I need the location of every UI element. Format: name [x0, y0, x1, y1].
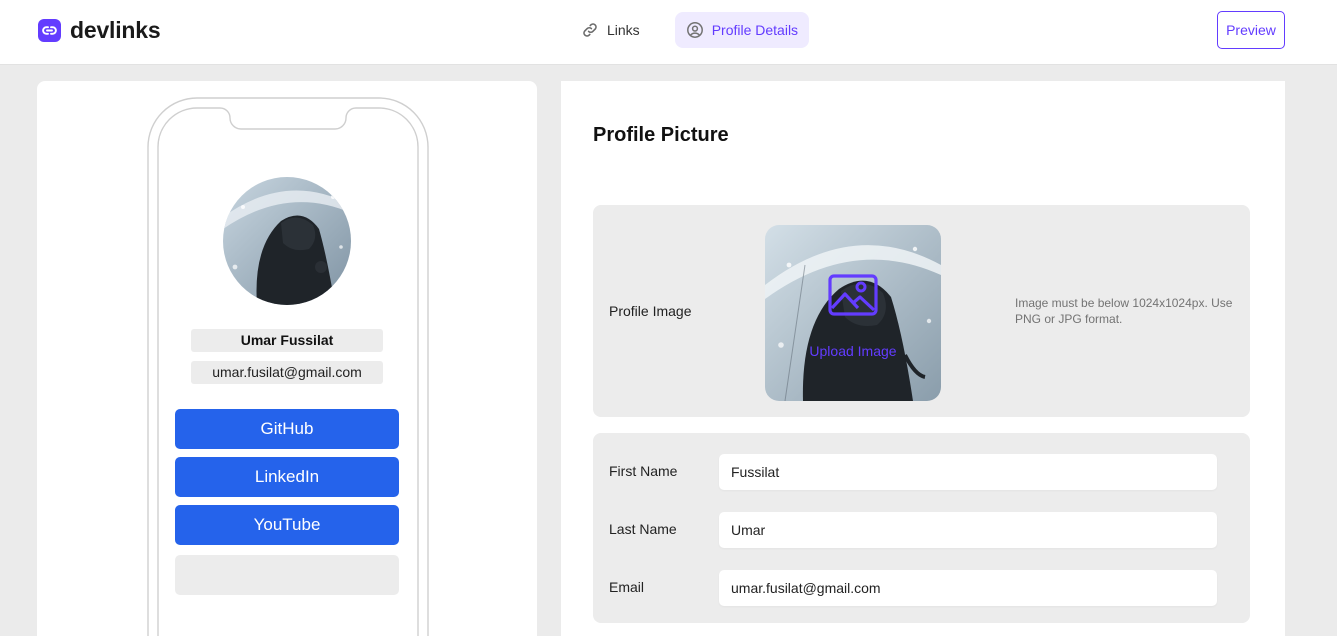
first-name-field[interactable]: [719, 454, 1217, 490]
logo[interactable]: devlinks: [38, 17, 161, 44]
preview-link-linkedin[interactable]: LinkedIn: [175, 457, 399, 497]
email-field[interactable]: [719, 570, 1217, 606]
tab-links-label: Links: [607, 22, 640, 38]
preview-button[interactable]: Preview: [1217, 11, 1285, 49]
section-title: Profile Picture: [593, 124, 729, 146]
last-name-label: Last Name: [609, 521, 677, 537]
first-name-label: First Name: [609, 463, 678, 479]
avatar: [223, 177, 351, 305]
tab-links[interactable]: Links: [570, 12, 651, 48]
logo-icon: [38, 19, 61, 42]
preview-link-youtube[interactable]: YouTube: [175, 505, 399, 545]
profile-picture-panel: Profile Image Upload Image Image must be…: [593, 205, 1250, 417]
upload-image-label: Upload Image: [809, 343, 897, 359]
profile-details-card: Profile Picture Profile Image Upload Ima…: [561, 81, 1285, 636]
preview-link-placeholder: [175, 555, 399, 595]
link-icon: [583, 23, 597, 37]
tab-profile-details[interactable]: Profile Details: [674, 12, 810, 48]
profile-form-panel: First Name Last Name Email: [593, 433, 1250, 623]
preview-name: Umar Fussilat: [191, 329, 383, 352]
phone-preview-card: Umar Fussilat umar.fusilat@gmail.com Git…: [37, 81, 537, 636]
top-navbar: devlinks Links Profile Details Preview: [0, 0, 1337, 65]
profile-image-label: Profile Image: [609, 303, 692, 319]
last-name-field[interactable]: [719, 512, 1217, 548]
app-name: devlinks: [70, 17, 161, 43]
upload-image-button[interactable]: Upload Image: [765, 225, 941, 401]
user-circle-icon: [686, 22, 703, 38]
preview-email: umar.fusilat@gmail.com: [191, 361, 383, 384]
email-label: Email: [609, 579, 645, 595]
image-requirements-hint: Image must be below 1024x1024px. Use PNG…: [1015, 296, 1233, 326]
main-tabs: Links Profile Details: [570, 12, 810, 48]
image-icon: [828, 274, 878, 316]
tab-profile-details-label: Profile Details: [711, 22, 799, 38]
preview-link-github[interactable]: GitHub: [175, 409, 399, 449]
